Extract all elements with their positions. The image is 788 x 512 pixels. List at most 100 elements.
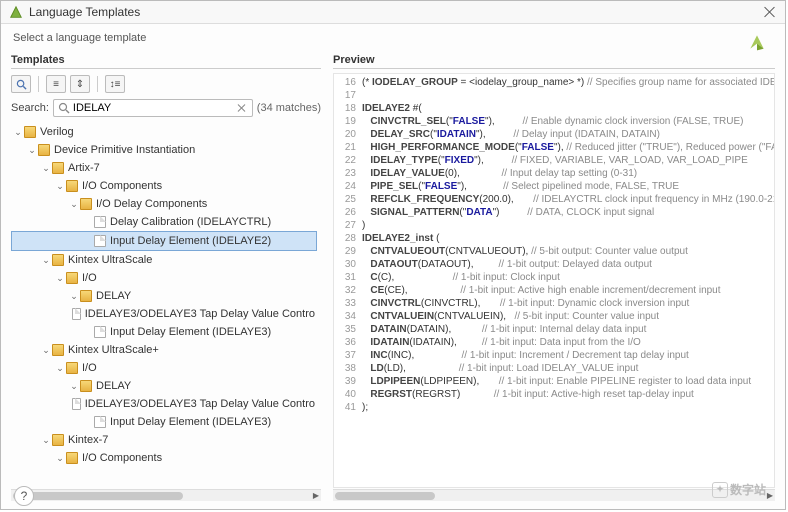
line-number: 32 [334,284,362,297]
line-content: LDPIPEEN(LDPIPEEN), // 1-bit input: Enab… [362,375,774,388]
folder-icon [66,180,78,192]
tree-label: Kintex-7 [68,431,108,449]
watermark: ✦数字站 [712,481,766,498]
code-line: 23 IDELAY_VALUE(0), // Input delay tap s… [334,167,774,180]
tree-folder[interactable]: ⌄Kintex UltraScale+ [11,341,317,359]
line-content: DELAY_SRC("IDATAIN"), // Delay input (ID… [362,128,774,141]
line-content: HIGH_PERFORMANCE_MODE("FALSE"), // Reduc… [362,141,775,154]
search-row: Search: (34 matches) [11,99,321,117]
line-content: LD(LD), // 1-bit input: Load IDELAY_VALU… [362,362,774,375]
code-line: 22 IDELAY_TYPE("FIXED"), // FIXED, VARIA… [334,154,774,167]
line-number: 17 [334,89,362,102]
code-line: 17 [334,89,774,102]
folder-icon [52,434,64,446]
tree-label: I/O Components [82,449,162,467]
search-tool-button[interactable] [11,75,31,93]
tree-folder[interactable]: ⌄I/O Delay Components [11,195,317,213]
folder-icon [52,344,64,356]
dialog-window: Language Templates Select a language tem… [0,0,786,510]
tree-folder[interactable]: ⌄Verilog [11,123,317,141]
folder-icon [66,272,78,284]
vendor-logo [747,32,767,52]
line-number: 40 [334,388,362,401]
tree-label: IDELAYE3/ODELAYE3 Tap Delay Value Contro [85,305,315,323]
folder-icon [52,162,64,174]
line-number: 36 [334,336,362,349]
line-content: (* IODELAY_GROUP = <iodelay_group_name> … [362,76,775,89]
tree-folder[interactable]: ⌄Kintex-7 [11,431,317,449]
tree-folder[interactable]: ⌄I/O [11,269,317,287]
dialog-subtitle: Select a language template [1,24,158,52]
code-line: 39 LDPIPEEN(LDPIPEEN), // 1-bit input: E… [334,375,774,388]
tree-folder[interactable]: ⌄I/O Components [11,177,317,195]
code-line: 26 SIGNAL_PATTERN("DATA") // DATA, CLOCK… [334,206,774,219]
line-number: 31 [334,271,362,284]
line-number: 30 [334,258,362,271]
line-number: 20 [334,128,362,141]
tree-folder[interactable]: ⌄DELAY [11,377,317,395]
tree-label: Delay Calibration (IDELAYCTRL) [110,213,271,231]
file-icon [94,416,106,428]
line-content [362,89,774,102]
tree-label: Input Delay Element (IDELAYE2) [110,232,271,250]
tree-folder[interactable]: ⌄DELAY [11,287,317,305]
search-box [53,99,253,117]
line-number: 41 [334,401,362,414]
line-content: IDATAIN(IDATAIN), // 1-bit input: Data i… [362,336,774,349]
tree-item[interactable]: Input Delay Element (IDELAYE3) [11,323,317,341]
line-content: DATAOUT(DATAOUT), // 1-bit output: Delay… [362,258,774,271]
preview-panel: Preview 16(* IODELAY_GROUP = <iodelay_gr… [333,52,775,501]
tree-folder[interactable]: ⌄Artix-7 [11,159,317,177]
collapse-tool-button[interactable]: ≡ [46,75,66,93]
line-content: IDELAYE2 #( [362,102,774,115]
clear-search-icon[interactable] [236,102,248,114]
line-number: 18 [334,102,362,115]
code-line: 28IDELAYE2_inst ( [334,232,774,245]
line-content: IDELAY_TYPE("FIXED"), // FIXED, VARIABLE… [362,154,774,167]
tree-item[interactable]: Delay Calibration (IDELAYCTRL) [11,213,317,231]
tree-h-scrollbar[interactable]: ◀▶ [11,489,321,501]
help-button[interactable]: ? [14,486,34,506]
expand-tool-button[interactable]: ⇕ [70,75,90,93]
tree-folder[interactable]: ⌄Device Primitive Instantiation [11,141,317,159]
line-content: DATAIN(DATAIN), // 1-bit input: Internal… [362,323,774,336]
tree-item[interactable]: IDELAYE3/ODELAYE3 Tap Delay Value Contro [11,395,317,413]
line-number: 28 [334,232,362,245]
tree-label: I/O [82,359,97,377]
line-number: 26 [334,206,362,219]
line-number: 34 [334,310,362,323]
close-icon[interactable] [763,5,777,19]
folder-icon [80,380,92,392]
line-content: ) [362,219,774,232]
code-line: 18IDELAYE2 #( [334,102,774,115]
preview-h-scrollbar[interactable]: ◀▶ [333,489,775,501]
folder-icon [66,452,78,464]
code-line: 20 DELAY_SRC("IDATAIN"), // Delay input … [334,128,774,141]
line-number: 35 [334,323,362,336]
folder-icon [52,254,64,266]
line-number: 21 [334,141,362,154]
tree-folder[interactable]: ⌄Kintex UltraScale [11,251,317,269]
file-icon [94,216,106,228]
code-line: 19 CINVCTRL_SEL("FALSE"), // Enable dyna… [334,115,774,128]
tree-scroll[interactable]: ⌄Verilog⌄Device Primitive Instantiation⌄… [11,123,321,488]
toolbar-separator [38,76,39,92]
search-input[interactable] [72,101,236,115]
tree-folder[interactable]: ⌄I/O [11,359,317,377]
line-content: REGRST(REGRST) // 1-bit input: Active-hi… [362,388,774,401]
line-content: SIGNAL_PATTERN("DATA") // DATA, CLOCK in… [362,206,774,219]
tree-item[interactable]: Input Delay Element (IDELAYE3) [11,413,317,431]
sort-tool-button[interactable]: ↕≡ [105,75,125,93]
line-content: IDELAY_VALUE(0), // Input delay tap sett… [362,167,774,180]
line-content: CNTVALUEOUT(CNTVALUEOUT), // 5-bit outpu… [362,245,774,258]
preview-scroll[interactable]: 16(* IODELAY_GROUP = <iodelay_group_name… [333,73,775,488]
tree-item[interactable]: IDELAYE3/ODELAYE3 Tap Delay Value Contro [11,305,317,323]
tree-folder[interactable]: ⌄I/O Components [11,449,317,467]
app-icon [9,5,23,19]
tree-item[interactable]: Input Delay Element (IDELAYE2) [11,231,317,251]
code-line: 31 C(C), // 1-bit input: Clock input [334,271,774,284]
folder-icon [38,144,50,156]
line-content: PIPE_SEL("FALSE"), // Select pipelined m… [362,180,774,193]
line-content: REFCLK_FREQUENCY(200.0), // IDELAYCTRL c… [362,193,775,206]
line-content: IDELAYE2_inst ( [362,232,774,245]
